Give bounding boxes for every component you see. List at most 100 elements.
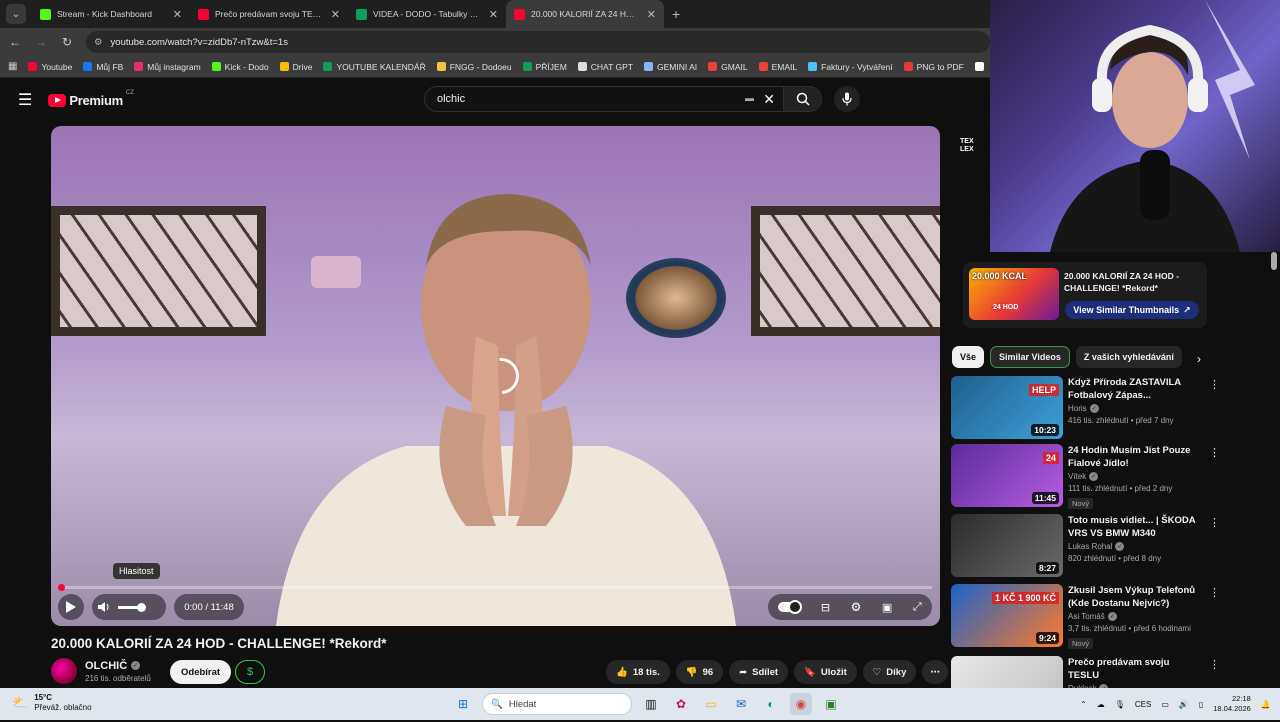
mic-tray-icon[interactable]: 🎙 (1115, 700, 1125, 709)
tab-search-icon[interactable]: ⌄ (6, 4, 26, 24)
more-options-icon[interactable]: ⋮ (1209, 378, 1220, 391)
tab-close-icon[interactable]: ✕ (331, 8, 340, 21)
chrome-icon[interactable]: ◉ (790, 693, 812, 715)
more-options-icon[interactable]: ⋮ (1209, 516, 1220, 529)
scrollbar-thumb[interactable] (1271, 252, 1277, 270)
battery-icon[interactable]: ▯ (1199, 700, 1203, 709)
bookmark-item[interactable]: EMAIL (758, 62, 797, 72)
miniplayer-icon[interactable]: ▣ (882, 601, 892, 614)
bookmark-item[interactable]: PNG to PDF (903, 62, 964, 72)
bookmark-item[interactable]: Youtube (28, 62, 72, 72)
recommended-channel[interactable]: Horis (1068, 404, 1087, 413)
back-icon[interactable]: ← (8, 35, 22, 49)
recommended-thumbnail[interactable]: 1 KČ 1 900 KČ 9:24 (951, 584, 1063, 647)
more-options-icon[interactable]: ⋮ (1209, 586, 1220, 599)
play-button[interactable] (58, 594, 84, 620)
notifications-icon[interactable]: 🔔 (1261, 700, 1271, 709)
subtitles-icon[interactable]: ⊟ (821, 601, 830, 614)
channel-avatar[interactable] (51, 658, 77, 684)
tray-overflow-icon[interactable]: ⌃ (1080, 700, 1087, 709)
volume-slider[interactable] (118, 602, 146, 612)
bookmark-item[interactable]: Drive (279, 62, 312, 72)
apps-icon[interactable]: ▦ (8, 61, 17, 72)
bookmark-item[interactable]: Můj instagram (134, 62, 201, 72)
browser-tab[interactable]: 20.000 KALORIÍ ZA 24 HOD - CH ✕ (506, 0, 664, 28)
share-button[interactable]: ➦ Sdílet (729, 660, 789, 684)
bookmark-item[interactable]: CHAT GPT (577, 62, 633, 72)
forward-icon[interactable]: → (34, 35, 48, 49)
tab-close-icon[interactable]: ✕ (489, 8, 498, 21)
join-button[interactable]: $ (235, 660, 265, 684)
new-tab-icon[interactable]: + (672, 6, 680, 22)
recommended-video[interactable]: 8:27 Toto musis vidiet... | ŠKODA VRS VS … (951, 514, 1221, 580)
recommended-video[interactable]: 24 11:45 24 Hodin Musím Jíst Pouze Fialové… (951, 444, 1221, 510)
bookmark-item[interactable] (974, 62, 988, 72)
browser-tab[interactable]: Prečo predávam svoju TESLU - Y ✕ (190, 0, 348, 28)
autoplay-toggle[interactable] (778, 600, 803, 614)
volume-control[interactable] (92, 594, 166, 620)
chip-similar-videos[interactable]: Similar Videos (990, 346, 1070, 368)
taskbar-search[interactable]: 🔍 Hledat (482, 693, 632, 715)
dislike-button[interactable]: 👎 96 (675, 660, 724, 684)
save-button[interactable]: 🔖 Uložit (794, 660, 857, 684)
bookmark-item[interactable]: Faktury - Vytváření (808, 62, 893, 72)
file-explorer-icon[interactable]: ▭ (700, 693, 722, 715)
menu-icon[interactable]: ☰ (18, 90, 32, 110)
search-button[interactable] (784, 86, 822, 112)
search-input[interactable]: olchic ▬ ✕ (424, 86, 784, 112)
terminal-icon[interactable]: ▣ (820, 693, 842, 715)
bookmark-item[interactable]: PŘÍJEM (522, 62, 567, 72)
recommended-thumbnail[interactable]: HELP 10:23 (951, 376, 1063, 439)
site-info-icon[interactable]: ⚙ (94, 37, 103, 48)
recommended-title[interactable]: Toto musis vidiet... | ŠKODA VRS VS BMW … (1068, 514, 1198, 540)
edge-icon[interactable]: ◐ (760, 693, 782, 715)
youtube-logo[interactable]: Premium CZ (48, 90, 134, 108)
network-icon[interactable]: ▭ (1161, 700, 1169, 709)
speaker-icon[interactable]: 🔊 (1179, 700, 1189, 709)
language-indicator[interactable]: CES (1135, 700, 1151, 709)
taskbar-clock[interactable]: 22:18 18.04.2026 (1213, 694, 1251, 714)
bookmark-item[interactable]: GMAIL (708, 62, 748, 72)
channel-name[interactable]: OLCHIČ (85, 660, 127, 672)
recommended-video[interactable]: 1 KČ 1 900 KČ 9:24 Zkusil Jsem Výkup Telef… (951, 584, 1221, 650)
start-icon[interactable]: ⊞ (452, 693, 474, 715)
settings-icon[interactable]: ⚙ (851, 600, 862, 614)
recommended-title[interactable]: Zkusil Jsem Výkup Telefonů (Kde Dostanu … (1068, 584, 1198, 610)
like-button[interactable]: 👍 18 tis. (606, 660, 670, 684)
bookmark-item[interactable]: GEMINI AI (643, 62, 697, 72)
more-actions-button[interactable]: ⋯ (922, 660, 948, 684)
chips-next-icon[interactable]: › (1197, 352, 1201, 366)
bookmark-item[interactable]: Můj FB (83, 62, 123, 72)
bookmark-item[interactable]: YOUTUBE KALENDÁŘ (323, 62, 426, 72)
clear-search-icon[interactable]: ✕ (763, 91, 775, 108)
tab-close-icon[interactable]: ✕ (173, 8, 182, 21)
task-view-icon[interactable]: ▥ (640, 693, 662, 715)
browser-tab[interactable]: VIDEA - DODO - Tabulky Googl ✕ (348, 0, 506, 28)
progress-bar[interactable] (57, 584, 932, 591)
chip-from-searches[interactable]: Z vašich vyhledávání (1075, 346, 1182, 368)
more-options-icon[interactable]: ⋮ (1209, 658, 1220, 671)
recommended-title[interactable]: Když Příroda ZASTAVILA Fotbalový Zápas..… (1068, 376, 1198, 402)
more-options-icon[interactable]: ⋮ (1209, 446, 1220, 459)
bookmark-item[interactable]: FNGG - Dodoeu (436, 62, 512, 72)
recommended-thumbnail[interactable]: 24 11:45 (951, 444, 1063, 507)
fullscreen-icon[interactable]: ⤢ (913, 601, 922, 614)
view-similar-thumbnails-button[interactable]: View Similar Thumbnails ↗ (1065, 301, 1199, 319)
mail-icon[interactable]: ✉ (730, 693, 752, 715)
voice-search-button[interactable] (834, 86, 860, 112)
recommended-title[interactable]: 24 Hodin Musím Jíst Pouze Fialové Jídlo! (1068, 444, 1198, 470)
reload-icon[interactable]: ↻ (60, 35, 74, 49)
recommended-thumbnail[interactable]: 8:27 (951, 514, 1063, 577)
weather-widget[interactable]: ⛅ 15°C Převáž. oblačno (12, 693, 92, 713)
recommended-channel[interactable]: Lukas Rohal (1068, 542, 1112, 551)
bookmark-item[interactable]: Kick - Dodo (211, 62, 269, 72)
scrubber-handle[interactable] (57, 584, 65, 591)
recommended-video[interactable]: HELP 10:23 Když Příroda ZASTAVILA Fotbalov… (951, 376, 1221, 442)
video-player[interactable] (51, 126, 940, 626)
tab-close-icon[interactable]: ✕ (647, 8, 656, 21)
onedrive-icon[interactable]: ☁ (1097, 700, 1105, 709)
browser-tab[interactable]: Stream - Kick Dashboard ✕ (32, 0, 190, 28)
recommended-channel[interactable]: Vítek (1068, 472, 1086, 481)
subscribe-button[interactable]: Odebírat (170, 660, 232, 684)
recommended-title[interactable]: Prečo predávam svoju TESLU (1068, 656, 1198, 682)
